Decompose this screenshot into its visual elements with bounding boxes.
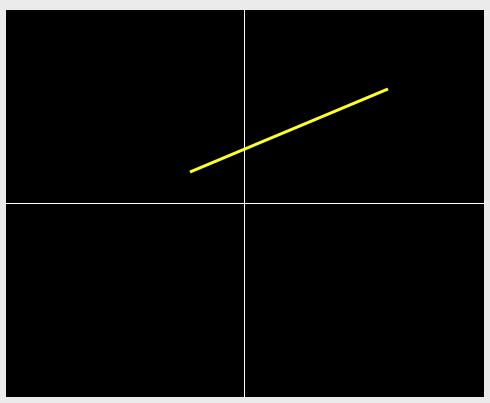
plot-canvas[interactable] <box>6 10 484 397</box>
app-window <box>0 0 490 403</box>
plot-svg <box>6 10 484 397</box>
line-segment <box>189 87 389 174</box>
